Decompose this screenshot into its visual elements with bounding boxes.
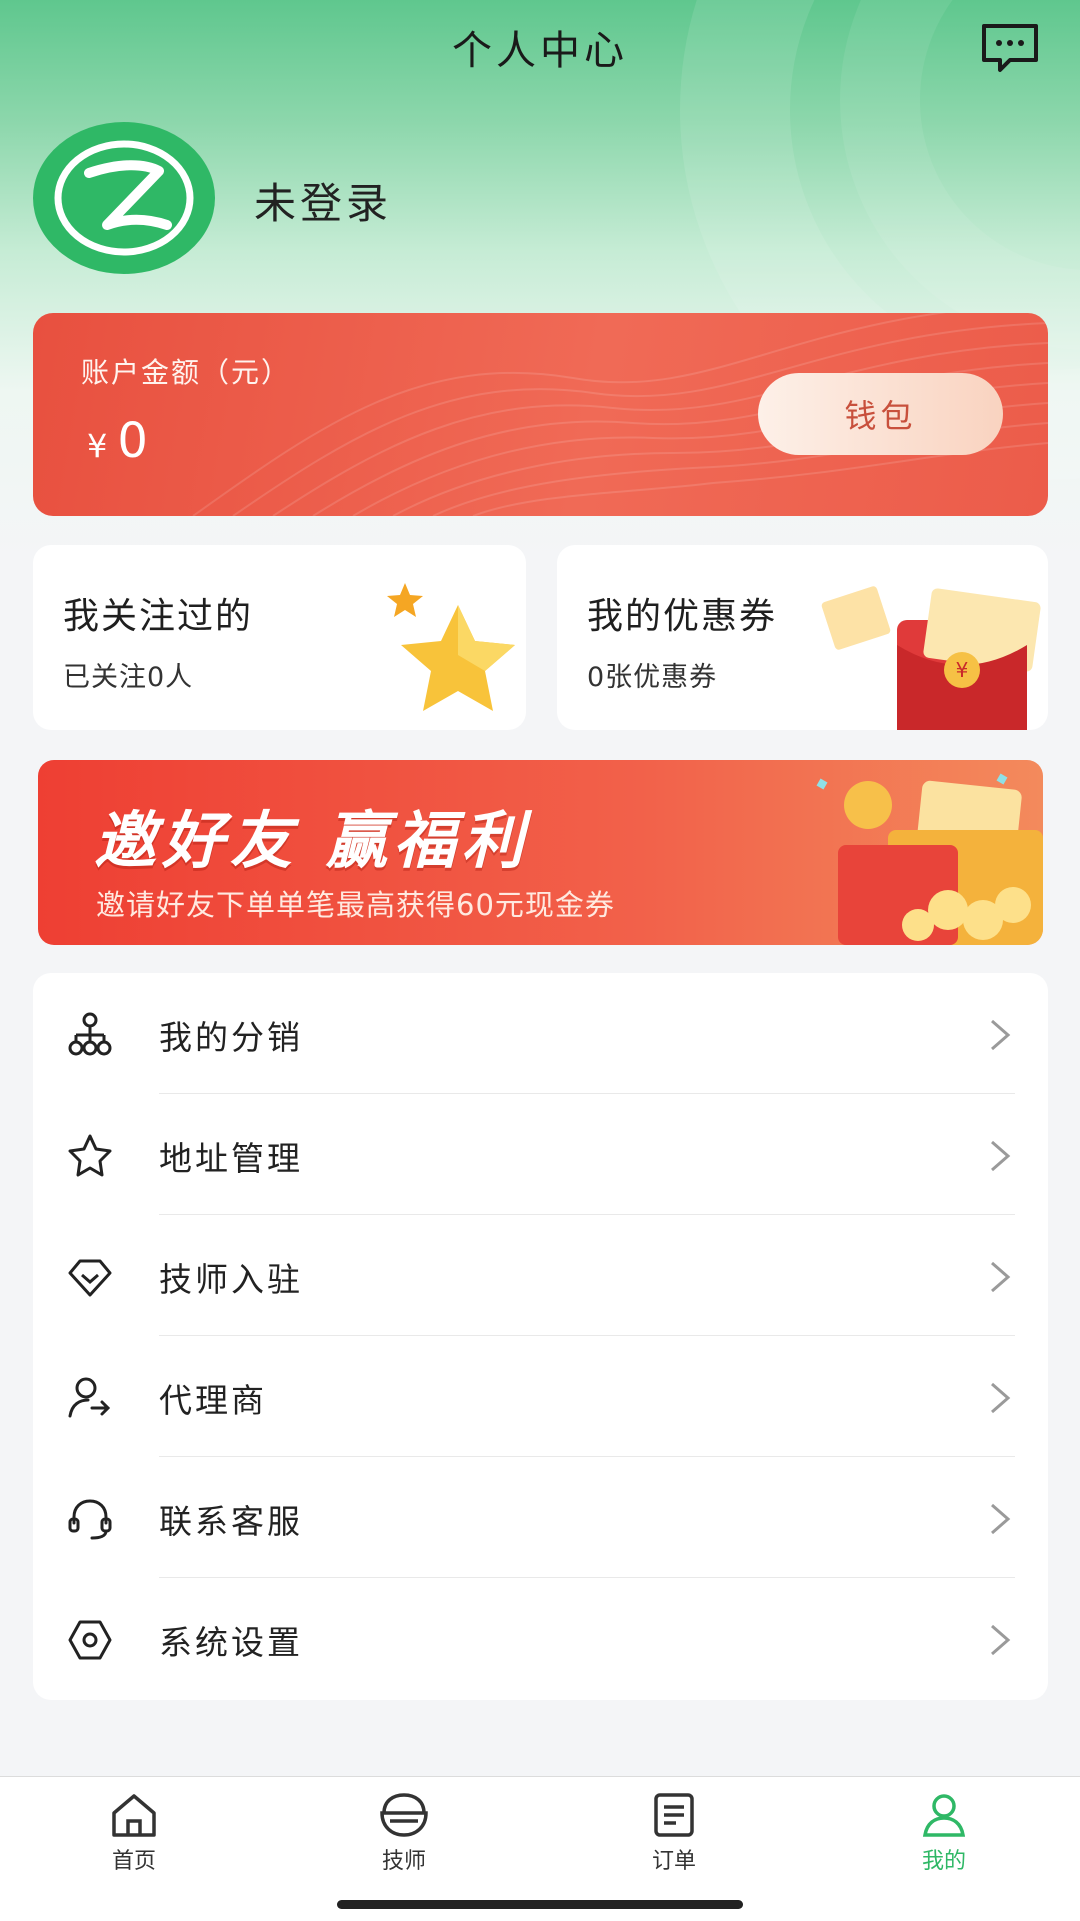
user-icon [922, 1794, 966, 1837]
banner-title: 邀好友 赢福利 [94, 804, 530, 877]
menu-label: 技师入驻 [159, 1260, 303, 1299]
invite-banner[interactable]: 邀好友 赢福利 邀请好友下单单笔最高获得60元现金券 [38, 760, 1043, 945]
followed-title: 我关注过的 [63, 596, 254, 637]
username[interactable]: 未登录 [254, 170, 392, 231]
tab-label: 首页 [111, 1849, 156, 1874]
chevron-right-icon [991, 1503, 1011, 1535]
tab-label: 技师 [381, 1849, 426, 1874]
page-title: 个人中心 [452, 28, 628, 74]
followed-subtitle: 已关注0人 [63, 662, 194, 693]
headset-icon [68, 1499, 112, 1540]
menu-label: 地址管理 [159, 1139, 303, 1178]
menu-label: 代理商 [159, 1381, 267, 1420]
menu-label: 我的分销 [159, 1018, 303, 1057]
star-outline-icon [68, 1134, 112, 1177]
banner-subtitle: 邀请好友下单单笔最高获得60元现金券 [96, 888, 615, 922]
menu-item-customer-service[interactable]: 联系客服 [33, 1457, 1048, 1578]
chevron-right-icon [991, 1382, 1011, 1414]
coupon-card[interactable]: 我的优惠券 0张优惠券 ¥ [557, 545, 1048, 730]
avatar[interactable] [33, 122, 215, 274]
message-dots-icon[interactable] [980, 22, 1040, 74]
chevron-right-icon [991, 1140, 1011, 1172]
tab-mine[interactable]: 我的 [884, 1791, 1004, 1881]
logo-avatar-icon [54, 140, 194, 256]
star-icon [387, 583, 515, 711]
menu-item-technician-join[interactable]: 技师入驻 [33, 1215, 1048, 1336]
menu-label: 联系客服 [159, 1502, 303, 1541]
gift-envelope-icon [816, 773, 1043, 945]
home-indicator [337, 1900, 743, 1909]
menu-list: 我的分销 地址管理 技师入驻 代理商 联系客服 系统设置 [33, 973, 1048, 1700]
wallet-card[interactable]: 账户金额（元） ¥0 钱包 [33, 313, 1048, 516]
distribution-icon [68, 1012, 112, 1056]
svg-text:¥: ¥ [956, 658, 969, 682]
menu-item-settings[interactable]: 系统设置 [33, 1578, 1048, 1699]
tab-home[interactable]: 首页 [74, 1791, 194, 1881]
coupon-title: 我的优惠券 [587, 596, 778, 637]
tab-orders[interactable]: 订单 [614, 1791, 734, 1881]
menu-item-agent[interactable]: 代理商 [33, 1336, 1048, 1457]
agent-icon [68, 1377, 111, 1418]
menu-item-address[interactable]: 地址管理 [33, 1094, 1048, 1215]
coupon-subtitle: 0张优惠券 [587, 662, 718, 693]
chevron-right-icon [991, 1261, 1011, 1293]
chevron-right-icon [991, 1019, 1011, 1051]
menu-item-distribution[interactable]: 我的分销 [33, 973, 1048, 1094]
menu-label: 系统设置 [159, 1623, 303, 1662]
diamond-icon [68, 1259, 112, 1297]
tab-technician[interactable]: 技师 [344, 1791, 464, 1881]
order-icon [654, 1793, 694, 1837]
settings-icon [68, 1620, 112, 1660]
chevron-right-icon [991, 1624, 1011, 1656]
tab-label: 我的 [921, 1849, 966, 1874]
wallet-amount-value: 0 [117, 413, 148, 469]
wallet-amount: ¥0 [87, 413, 148, 469]
wallet-button[interactable]: 钱包 [758, 373, 1003, 455]
technician-icon [380, 1793, 428, 1837]
followed-card[interactable]: 我关注过的 已关注0人 [33, 545, 526, 730]
home-icon [112, 1794, 156, 1837]
wallet-label: 账户金额（元） [81, 356, 292, 389]
red-envelope-icon: ¥ [821, 586, 1041, 730]
currency-symbol: ¥ [87, 427, 108, 465]
tab-label: 订单 [651, 1849, 696, 1874]
